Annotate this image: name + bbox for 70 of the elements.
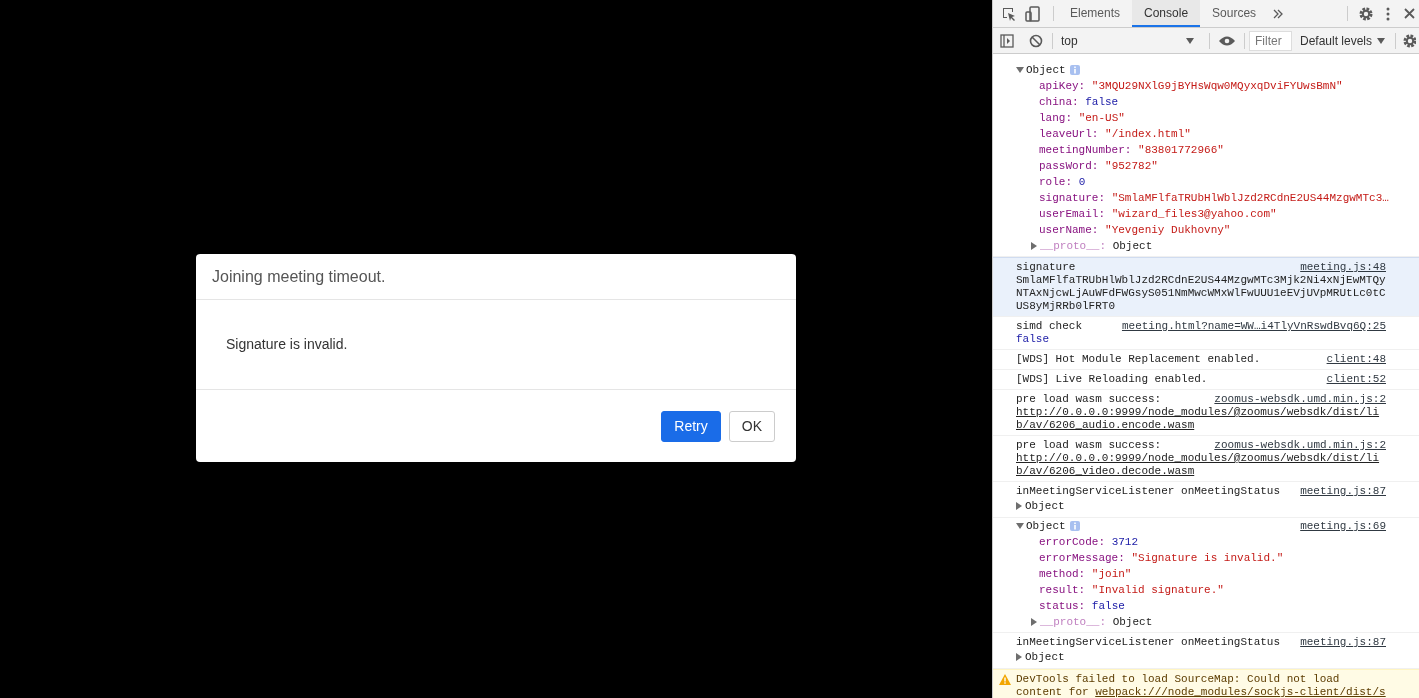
source-link[interactable]: meeting.html?name=WW…i4TlyVnRswdBvq6Q:25 xyxy=(1121,320,1386,333)
dropdown-caret-icon xyxy=(1377,37,1386,44)
settings-icon[interactable] xyxy=(1402,32,1417,49)
source-link[interactable]: client:52 xyxy=(1326,373,1386,386)
collapsed-triangle-icon[interactable] xyxy=(1015,653,1023,661)
property-row-text: method: "join" xyxy=(1038,567,1133,582)
property-row-text: meetingNumber: "83801772966" xyxy=(1038,143,1225,158)
log-message: inMeetingServiceListener onMeetingStatus xyxy=(1016,636,1281,649)
log-message: signature xyxy=(1016,261,1076,274)
expanded-triangle-icon[interactable] xyxy=(1016,522,1024,530)
proto-property[interactable]: __proto__: Object xyxy=(1040,614,1153,630)
context-label: top xyxy=(1061,32,1078,50)
object-label[interactable]: Object xyxy=(1026,62,1066,78)
property-row-text: userEmail: "wizard_files3@yahoo.com" xyxy=(1038,207,1278,222)
property-row-text: errorCode: 3712 xyxy=(1038,535,1140,550)
collapsed-triangle-icon[interactable] xyxy=(1030,242,1038,250)
object-label[interactable]: Object xyxy=(1025,499,1065,513)
eye-icon[interactable] xyxy=(1219,35,1235,46)
source-link[interactable]: zoomus-websdk.umd.min.js:2 xyxy=(1214,439,1386,452)
object-label[interactable]: Object xyxy=(1025,650,1065,664)
log-message: pre load wasm success: xyxy=(1016,393,1162,406)
log-message: inMeetingServiceListener onMeetingStatus xyxy=(1016,485,1281,498)
property-row-text: apiKey: "3MQU29NXlG9jBYHsWqw0MQyxqDviFYUwsBmN" xyxy=(1038,79,1344,94)
levels-dropdown[interactable]: Default levels xyxy=(1300,31,1386,50)
source-link[interactable]: zoomus-websdk.umd.min.js:2 xyxy=(1214,393,1386,406)
collapsed-triangle-icon[interactable] xyxy=(1030,618,1038,626)
property-row-text: leaveUrl: "/index.html" xyxy=(1038,127,1192,142)
url-link[interactable]: http://0.0.0.0:9999/node_modules/@zoomus/websdk/dist/lib/av/6206_video.decode.wasm xyxy=(1016,452,1386,478)
devtools-tab[interactable]: Sources xyxy=(1200,0,1269,27)
info-icon xyxy=(1069,521,1080,531)
object-label[interactable]: Object xyxy=(1026,518,1066,534)
log-message: [WDS] Live Reloading enabled. xyxy=(1016,373,1208,386)
dialog-title: Joining meeting timeout. xyxy=(196,254,796,300)
clear-icon[interactable] xyxy=(1029,33,1043,48)
context-dropdown[interactable]: top xyxy=(1061,31,1201,50)
source-link[interactable]: meeting.js:87 xyxy=(1300,636,1386,649)
property-row-text: china: false xyxy=(1038,95,1120,110)
log-message: [WDS] Hot Module Replacement enabled. xyxy=(1016,353,1261,366)
log-value: false xyxy=(1016,333,1050,346)
filter-field[interactable]: Filter xyxy=(1249,30,1292,51)
source-link[interactable]: meeting.js:69 xyxy=(1300,518,1386,534)
property-row-text: passWord: "952782" xyxy=(1038,159,1159,174)
property-row-text: status: false xyxy=(1038,599,1126,614)
log-message: SmlaMFlfaTRUbHlWblJzd2RCdnE2US44MzgwMTc3Mjk2Ni4xNjEwMTQyNTAxNjcwLjAuWFdFWGsyS051NmMwcWMxWlFwUUU1eEVjUVpMRUtLc0tCUS8yMjRRb0lFRT0 xyxy=(1016,274,1386,313)
proto-property[interactable]: __proto__: Object xyxy=(1040,238,1153,254)
sidebar-icon[interactable] xyxy=(1000,33,1014,48)
source-link[interactable]: meeting.js:87 xyxy=(1300,485,1386,498)
warning-text: DevTools failed to load SourceMap: Could not load content for webpack:///node_modules/sockjs-client/dist/s xyxy=(1016,673,1386,698)
dropdown-caret-icon xyxy=(1186,37,1194,44)
dialog-message: Signature is invalid. xyxy=(196,300,796,390)
source-link[interactable]: meeting.js:48 xyxy=(1300,261,1386,274)
url-link[interactable]: webpack:///node_modules/sockjs-client/dist/s xyxy=(1095,686,1386,698)
expanded-triangle-icon[interactable] xyxy=(1016,66,1024,74)
property-row-text: result: "Invalid signature." xyxy=(1038,583,1225,598)
property-row-text: errorMessage: "Signature is invalid." xyxy=(1038,551,1285,566)
info-icon xyxy=(1069,65,1080,75)
retry-button[interactable]: Retry xyxy=(661,410,721,442)
levels-label: Default levels xyxy=(1300,32,1373,50)
url-link[interactable]: http://0.0.0.0:9999/node_modules/@zoomus/websdk/dist/lib/av/6206_audio.encode.wasm xyxy=(1016,406,1386,432)
warning-icon xyxy=(999,674,1011,685)
devtools-tab[interactable]: Elements xyxy=(1058,0,1133,27)
property-row-text: userName: "Yevgeniy Dukhovny" xyxy=(1038,223,1232,238)
property-row-text: lang: "en-US" xyxy=(1038,111,1126,126)
ok-button[interactable]: OK xyxy=(728,410,775,442)
collapsed-triangle-icon[interactable] xyxy=(1015,502,1023,510)
property-row-text: role: 0 xyxy=(1038,175,1087,190)
log-message: pre load wasm success: xyxy=(1016,439,1162,452)
log-message: simd check xyxy=(1016,320,1082,333)
source-link[interactable]: client:48 xyxy=(1326,353,1386,366)
devtools-tab[interactable]: Console xyxy=(1132,0,1201,27)
